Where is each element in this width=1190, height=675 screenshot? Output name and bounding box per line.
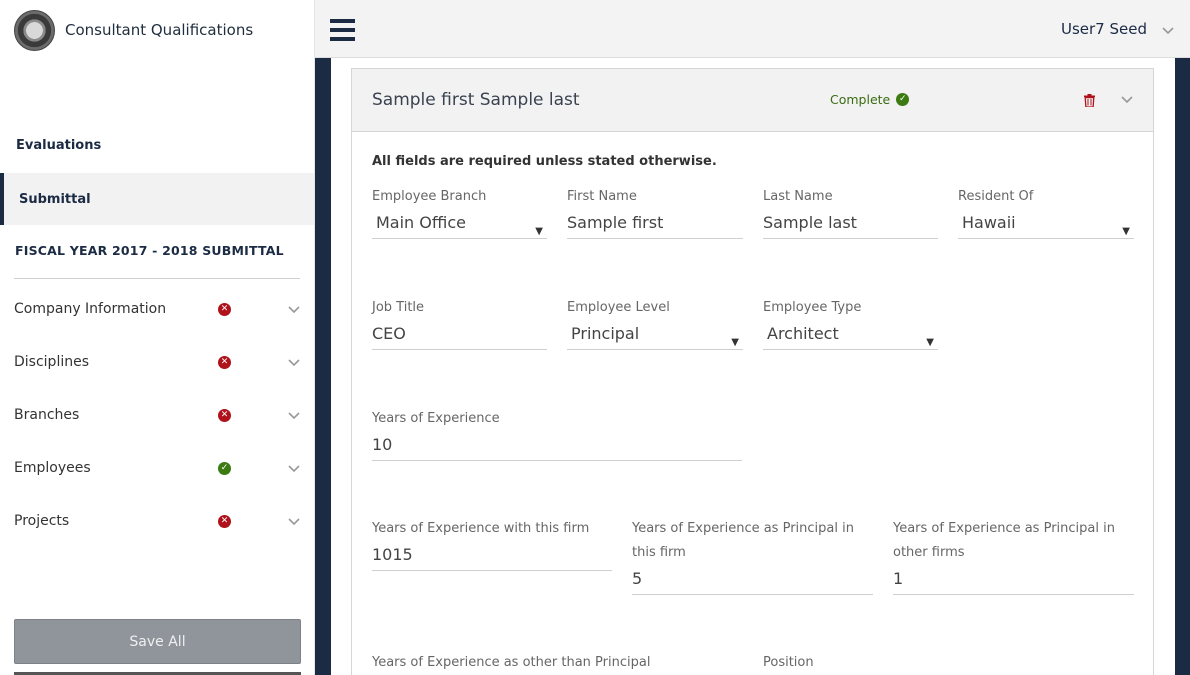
selected-value: Architect — [767, 324, 839, 343]
years-experience-input[interactable]: 10 — [372, 431, 742, 461]
first-name-input[interactable]: Sample first — [567, 209, 743, 239]
nav-evaluations[interactable]: Evaluations — [16, 138, 101, 153]
sidebar-item-label: Projects — [14, 513, 70, 529]
field-label: Years of Experience — [372, 411, 500, 426]
caret-down-icon: ▼ — [731, 337, 739, 348]
required-note: All fields are required unless stated ot… — [372, 154, 717, 169]
caret-down-icon: ▼ — [926, 337, 934, 348]
selected-value: Main Office — [376, 213, 466, 232]
resident-of-select[interactable]: Hawaii ▼ — [958, 209, 1134, 239]
caret-down-icon: ▼ — [1122, 226, 1130, 237]
chevron-down-icon[interactable] — [1162, 24, 1174, 36]
years-principal-other-firms-field: Years of Experience as Principal in othe… — [893, 517, 1134, 595]
first-name-field: First Name Sample first — [567, 185, 743, 239]
chevron-down-icon — [288, 412, 300, 420]
status-text: Complete — [830, 92, 891, 107]
chevron-down-icon — [288, 359, 300, 367]
app-title: Consultant Qualifications — [65, 21, 254, 39]
years-experience-field: Years of Experience 10 — [372, 407, 742, 461]
sidebar-item-company-information[interactable]: Company Information ✕ — [14, 295, 302, 323]
employee-level-field: Employee Level Principal ▼ — [567, 296, 743, 350]
field-label: Years of Experience as Principal in othe… — [893, 521, 1115, 560]
fiscal-year-heading: FISCAL YEAR 2017 - 2018 SUBMITTAL — [15, 243, 284, 258]
field-label: Position — [763, 655, 814, 670]
years-principal-other-firms-input[interactable]: 1 — [893, 565, 1134, 595]
years-principal-this-firm-field: Years of Experience as Principal in this… — [632, 517, 873, 595]
position-field: Position — [763, 651, 1133, 675]
error-status-icon: ✕ — [218, 356, 231, 369]
main-content: Sample first Sample last Complete ✓ All … — [315, 58, 1190, 675]
job-title-field: Job Title CEO — [372, 296, 547, 350]
years-with-firm-input[interactable]: 1015 — [372, 541, 612, 571]
employee-name: Sample first Sample last — [372, 90, 580, 110]
user-menu[interactable]: User7 Seed — [1061, 20, 1147, 38]
last-name-field: Last Name Sample last — [763, 185, 938, 239]
field-label: Years of Experience as other than Princi… — [372, 655, 651, 670]
brand[interactable]: Consultant Qualifications — [14, 9, 254, 51]
field-label: Years of Experience as Principal in this… — [632, 521, 854, 560]
employee-card-header[interactable]: Sample first Sample last Complete ✓ — [352, 69, 1153, 132]
field-label: Employee Level — [567, 300, 670, 315]
resident-of-field: Resident Of Hawaii ▼ — [958, 185, 1134, 239]
sidebar-item-label: Branches — [14, 407, 80, 423]
chevron-down-icon — [288, 518, 300, 526]
employee-type-field: Employee Type Architect ▼ — [763, 296, 938, 350]
state-seal-logo — [14, 9, 55, 51]
field-label: Last Name — [763, 189, 833, 204]
nav-submittal[interactable]: Submittal — [0, 173, 314, 225]
selected-value: Principal — [571, 324, 640, 343]
error-status-icon: ✕ — [218, 303, 231, 316]
years-other-than-principal-field: Years of Experience as other than Princi… — [372, 651, 742, 675]
field-label: Employee Type — [763, 300, 862, 315]
trash-icon[interactable] — [1084, 94, 1095, 107]
content-panel: Sample first Sample last Complete ✓ All … — [331, 58, 1175, 675]
sidebar: Consultant Qualifications Evaluations Su… — [0, 0, 315, 675]
field-label: Job Title — [372, 300, 425, 315]
employee-branch-field: Employee Branch Main Office ▼ — [372, 185, 547, 239]
employee-type-select[interactable]: Architect ▼ — [763, 320, 938, 350]
error-status-icon: ✕ — [218, 515, 231, 528]
selected-value: Hawaii — [962, 213, 1016, 232]
status-badge: Complete ✓ — [830, 92, 910, 107]
chevron-down-icon — [288, 306, 300, 314]
caret-down-icon: ▼ — [535, 226, 543, 237]
sidebar-item-disciplines[interactable]: Disciplines ✕ — [14, 348, 302, 376]
years-principal-this-firm-input[interactable]: 5 — [632, 565, 873, 595]
sidebar-item-branches[interactable]: Branches ✕ — [14, 401, 302, 429]
chevron-down-icon — [288, 465, 300, 473]
employee-branch-select[interactable]: Main Office ▼ — [372, 209, 547, 239]
check-status-icon: ✓ — [218, 462, 231, 475]
chevron-down-icon[interactable] — [1121, 93, 1133, 105]
menu-icon[interactable] — [330, 19, 355, 41]
job-title-input[interactable]: CEO — [372, 320, 547, 350]
sidebar-item-projects[interactable]: Projects ✕ — [14, 507, 302, 535]
field-label: Years of Experience with this firm — [372, 521, 590, 536]
nav-submittal-label: Submittal — [19, 191, 91, 207]
top-bar: User7 Seed — [315, 0, 1190, 58]
field-label: Employee Branch — [372, 189, 487, 204]
save-all-button[interactable]: Save All — [14, 619, 301, 664]
divider — [14, 278, 300, 279]
field-label: Resident Of — [958, 189, 1034, 204]
sidebar-item-label: Employees — [14, 460, 91, 476]
employee-card: Sample first Sample last Complete ✓ All … — [351, 68, 1154, 675]
employee-level-select[interactable]: Principal ▼ — [567, 320, 743, 350]
scrollbar[interactable] — [1175, 58, 1190, 675]
sidebar-item-employees[interactable]: Employees ✓ — [14, 454, 302, 482]
field-label: First Name — [567, 189, 637, 204]
sidebar-item-label: Disciplines — [14, 354, 89, 370]
years-with-firm-field: Years of Experience with this firm 1015 — [372, 517, 612, 571]
sidebar-item-label: Company Information — [14, 301, 167, 317]
error-status-icon: ✕ — [218, 409, 231, 422]
last-name-input[interactable]: Sample last — [763, 209, 938, 239]
check-status-icon: ✓ — [896, 93, 910, 106]
